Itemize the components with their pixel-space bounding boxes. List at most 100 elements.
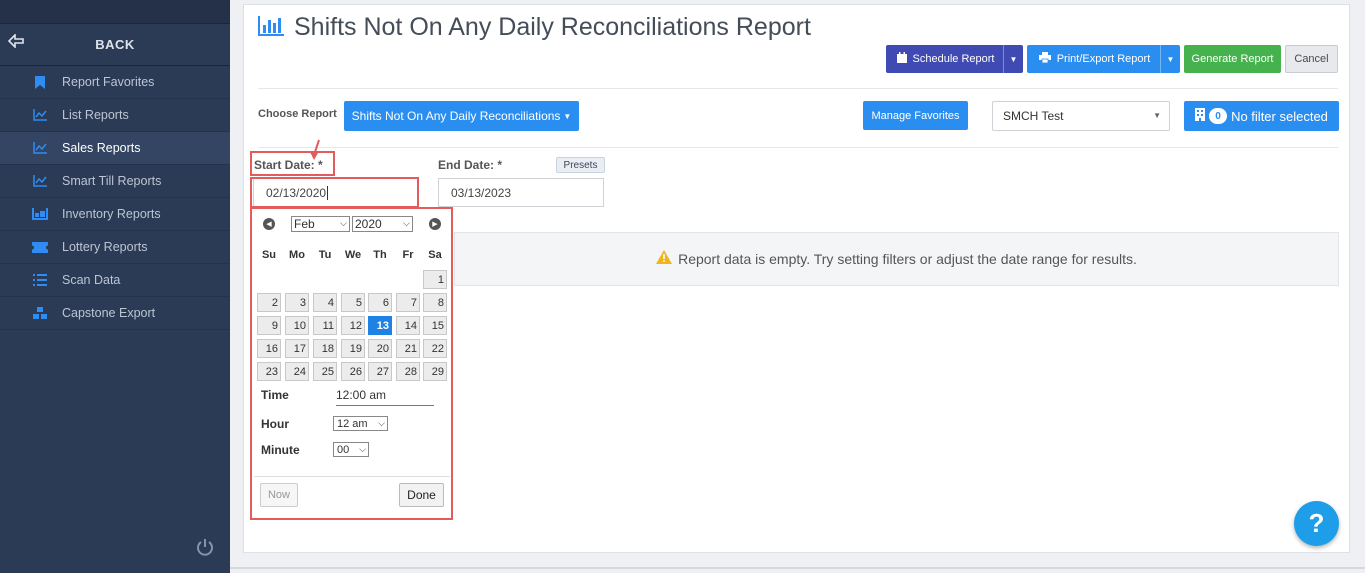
calendar-day[interactable]: 3 bbox=[285, 293, 309, 312]
time-value: 12:00 am bbox=[336, 388, 434, 406]
calendar-day[interactable]: 7 bbox=[396, 293, 420, 312]
bar-chart-icon bbox=[258, 16, 284, 39]
datepicker-footer-divider bbox=[254, 476, 450, 477]
year-select[interactable]: 2020 ⌵ bbox=[352, 216, 413, 232]
sidebar-item-sales-reports[interactable]: Sales Reports bbox=[0, 132, 230, 165]
weekday-label: Su bbox=[261, 249, 277, 261]
sidebar-item-label: Smart Till Reports bbox=[62, 174, 162, 188]
empty-message-text: Report data is empty. Try setting filter… bbox=[678, 251, 1137, 267]
filter-label: No filter selected bbox=[1231, 108, 1328, 124]
hour-select[interactable]: 12 am ⌵ bbox=[333, 416, 388, 431]
calendar-day[interactable]: 25 bbox=[313, 362, 337, 381]
calendar-day[interactable]: 21 bbox=[396, 339, 420, 358]
weekday-label: Mo bbox=[289, 249, 305, 261]
sidebar-item-capstone-export[interactable]: Capstone Export bbox=[0, 297, 230, 330]
schedule-report-button[interactable]: Schedule Report ▼ bbox=[886, 45, 1023, 73]
datepicker: ◀ Feb ⌵ 2020 ⌵ ▶ Su Mo Tu We Th Fr Sa 12345678… bbox=[254, 211, 450, 516]
calendar-day[interactable]: 20 bbox=[368, 339, 392, 358]
divider bbox=[258, 88, 1338, 89]
calendar-day[interactable]: 15 bbox=[423, 316, 447, 335]
choose-report-dropdown[interactable]: Shifts Not On Any Daily Reconciliations … bbox=[344, 101, 579, 131]
weekday-label: Tu bbox=[318, 249, 332, 261]
back-label: BACK bbox=[95, 37, 135, 52]
bottom-border bbox=[230, 567, 1365, 569]
bookmark-icon bbox=[32, 75, 48, 89]
caret-down-icon: ▼ bbox=[563, 111, 572, 121]
chevron-down-icon: ⌵ bbox=[359, 444, 366, 454]
cancel-button[interactable]: Cancel bbox=[1285, 45, 1338, 73]
calendar-day[interactable]: 1 bbox=[423, 270, 447, 289]
calendar-day[interactable]: 27 bbox=[368, 362, 392, 381]
calendar-day[interactable]: 24 bbox=[285, 362, 309, 381]
month-select[interactable]: Feb ⌵ bbox=[291, 216, 350, 232]
next-month-icon[interactable]: ▶ bbox=[429, 218, 441, 230]
chevron-down-icon: ⌵ bbox=[340, 218, 347, 228]
title-row: Shifts Not On Any Daily Reconciliations … bbox=[258, 13, 811, 42]
choose-report-label: Choose Report bbox=[258, 108, 337, 120]
empty-report-message: Report data is empty. Try setting filter… bbox=[454, 232, 1339, 286]
end-date-input[interactable]: 03/13/2023 bbox=[438, 178, 604, 207]
store-select[interactable]: SMCH Test ▼ bbox=[992, 101, 1170, 131]
ticket-icon bbox=[32, 240, 48, 254]
calendar-day[interactable]: 23 bbox=[257, 362, 281, 381]
time-label: Time bbox=[261, 388, 289, 402]
calendar-day[interactable]: 11 bbox=[313, 316, 337, 335]
manage-favorites-button[interactable]: Manage Favorites bbox=[863, 101, 968, 130]
calendar-day[interactable]: 22 bbox=[423, 339, 447, 358]
caret-down-icon: ▼ bbox=[1153, 111, 1161, 120]
calendar-day[interactable]: 16 bbox=[257, 339, 281, 358]
calendar-day-selected[interactable]: 13 bbox=[368, 316, 392, 335]
page-title: Shifts Not On Any Daily Reconciliations … bbox=[294, 13, 811, 41]
calendar-day[interactable]: 9 bbox=[257, 316, 281, 335]
calendar-day[interactable]: 12 bbox=[341, 316, 365, 335]
done-button[interactable]: Done bbox=[399, 483, 444, 507]
generate-report-button[interactable]: Generate Report bbox=[1184, 45, 1281, 73]
calendar-day[interactable]: 18 bbox=[313, 339, 337, 358]
year-value: 2020 bbox=[355, 217, 382, 231]
line-chart-icon bbox=[32, 108, 48, 122]
calendar-day[interactable]: 5 bbox=[341, 293, 365, 312]
calendar-day[interactable]: 19 bbox=[341, 339, 365, 358]
prev-month-icon[interactable]: ◀ bbox=[263, 218, 275, 230]
calendar-day[interactable]: 8 bbox=[423, 293, 447, 312]
calendar-day[interactable]: 29 bbox=[423, 362, 447, 381]
building-icon bbox=[1195, 108, 1206, 124]
calendar-day[interactable]: 17 bbox=[285, 339, 309, 358]
now-button[interactable]: Now bbox=[260, 483, 298, 507]
chevron-down-icon: ⌵ bbox=[403, 218, 410, 228]
hour-label: Hour bbox=[261, 417, 289, 431]
filter-button[interactable]: 0 No filter selected bbox=[1184, 101, 1339, 131]
power-icon[interactable] bbox=[196, 538, 214, 561]
sidebar-item-inventory-reports[interactable]: Inventory Reports bbox=[0, 198, 230, 231]
calendar-day[interactable]: 28 bbox=[396, 362, 420, 381]
print-export-button[interactable]: Print/Export Report ▼ bbox=[1027, 45, 1180, 73]
arrow-left-icon bbox=[7, 33, 24, 53]
sidebar-item-smart-till-reports[interactable]: Smart Till Reports bbox=[0, 165, 230, 198]
presets-button[interactable]: Presets bbox=[556, 157, 605, 173]
weekday-label: We bbox=[344, 249, 362, 261]
minute-select[interactable]: 00 ⌵ bbox=[333, 442, 369, 457]
calendar-day[interactable]: 26 bbox=[341, 362, 365, 381]
help-button[interactable]: ? bbox=[1294, 501, 1339, 546]
sidebar-item-list-reports[interactable]: List Reports bbox=[0, 99, 230, 132]
sidebar-item-label: Sales Reports bbox=[62, 141, 141, 155]
print-dropdown-caret-icon[interactable]: ▼ bbox=[1160, 45, 1180, 73]
print-export-label: Print/Export Report bbox=[1056, 53, 1151, 65]
sidebar-item-report-favorites[interactable]: Report Favorites bbox=[0, 66, 230, 99]
sidebar-item-label: Scan Data bbox=[62, 273, 121, 287]
warning-icon bbox=[656, 250, 673, 268]
back-button[interactable]: BACK bbox=[0, 24, 230, 66]
sidebar-item-scan-data[interactable]: Scan Data bbox=[0, 264, 230, 297]
calendar-icon bbox=[896, 52, 907, 66]
sidebar-item-lottery-reports[interactable]: Lottery Reports bbox=[0, 231, 230, 264]
calendar-day[interactable]: 2 bbox=[257, 293, 281, 312]
schedule-dropdown-caret-icon[interactable]: ▼ bbox=[1003, 45, 1023, 73]
sidebar-top-band bbox=[0, 0, 230, 24]
calendar-day[interactable]: 10 bbox=[285, 316, 309, 335]
calendar-day[interactable]: 4 bbox=[313, 293, 337, 312]
cubes-icon bbox=[32, 306, 48, 320]
calendar-day[interactable]: 6 bbox=[368, 293, 392, 312]
calendar-day[interactable]: 14 bbox=[396, 316, 420, 335]
sidebar-item-label: Inventory Reports bbox=[62, 207, 161, 221]
end-date-value: 03/13/2023 bbox=[451, 185, 512, 200]
